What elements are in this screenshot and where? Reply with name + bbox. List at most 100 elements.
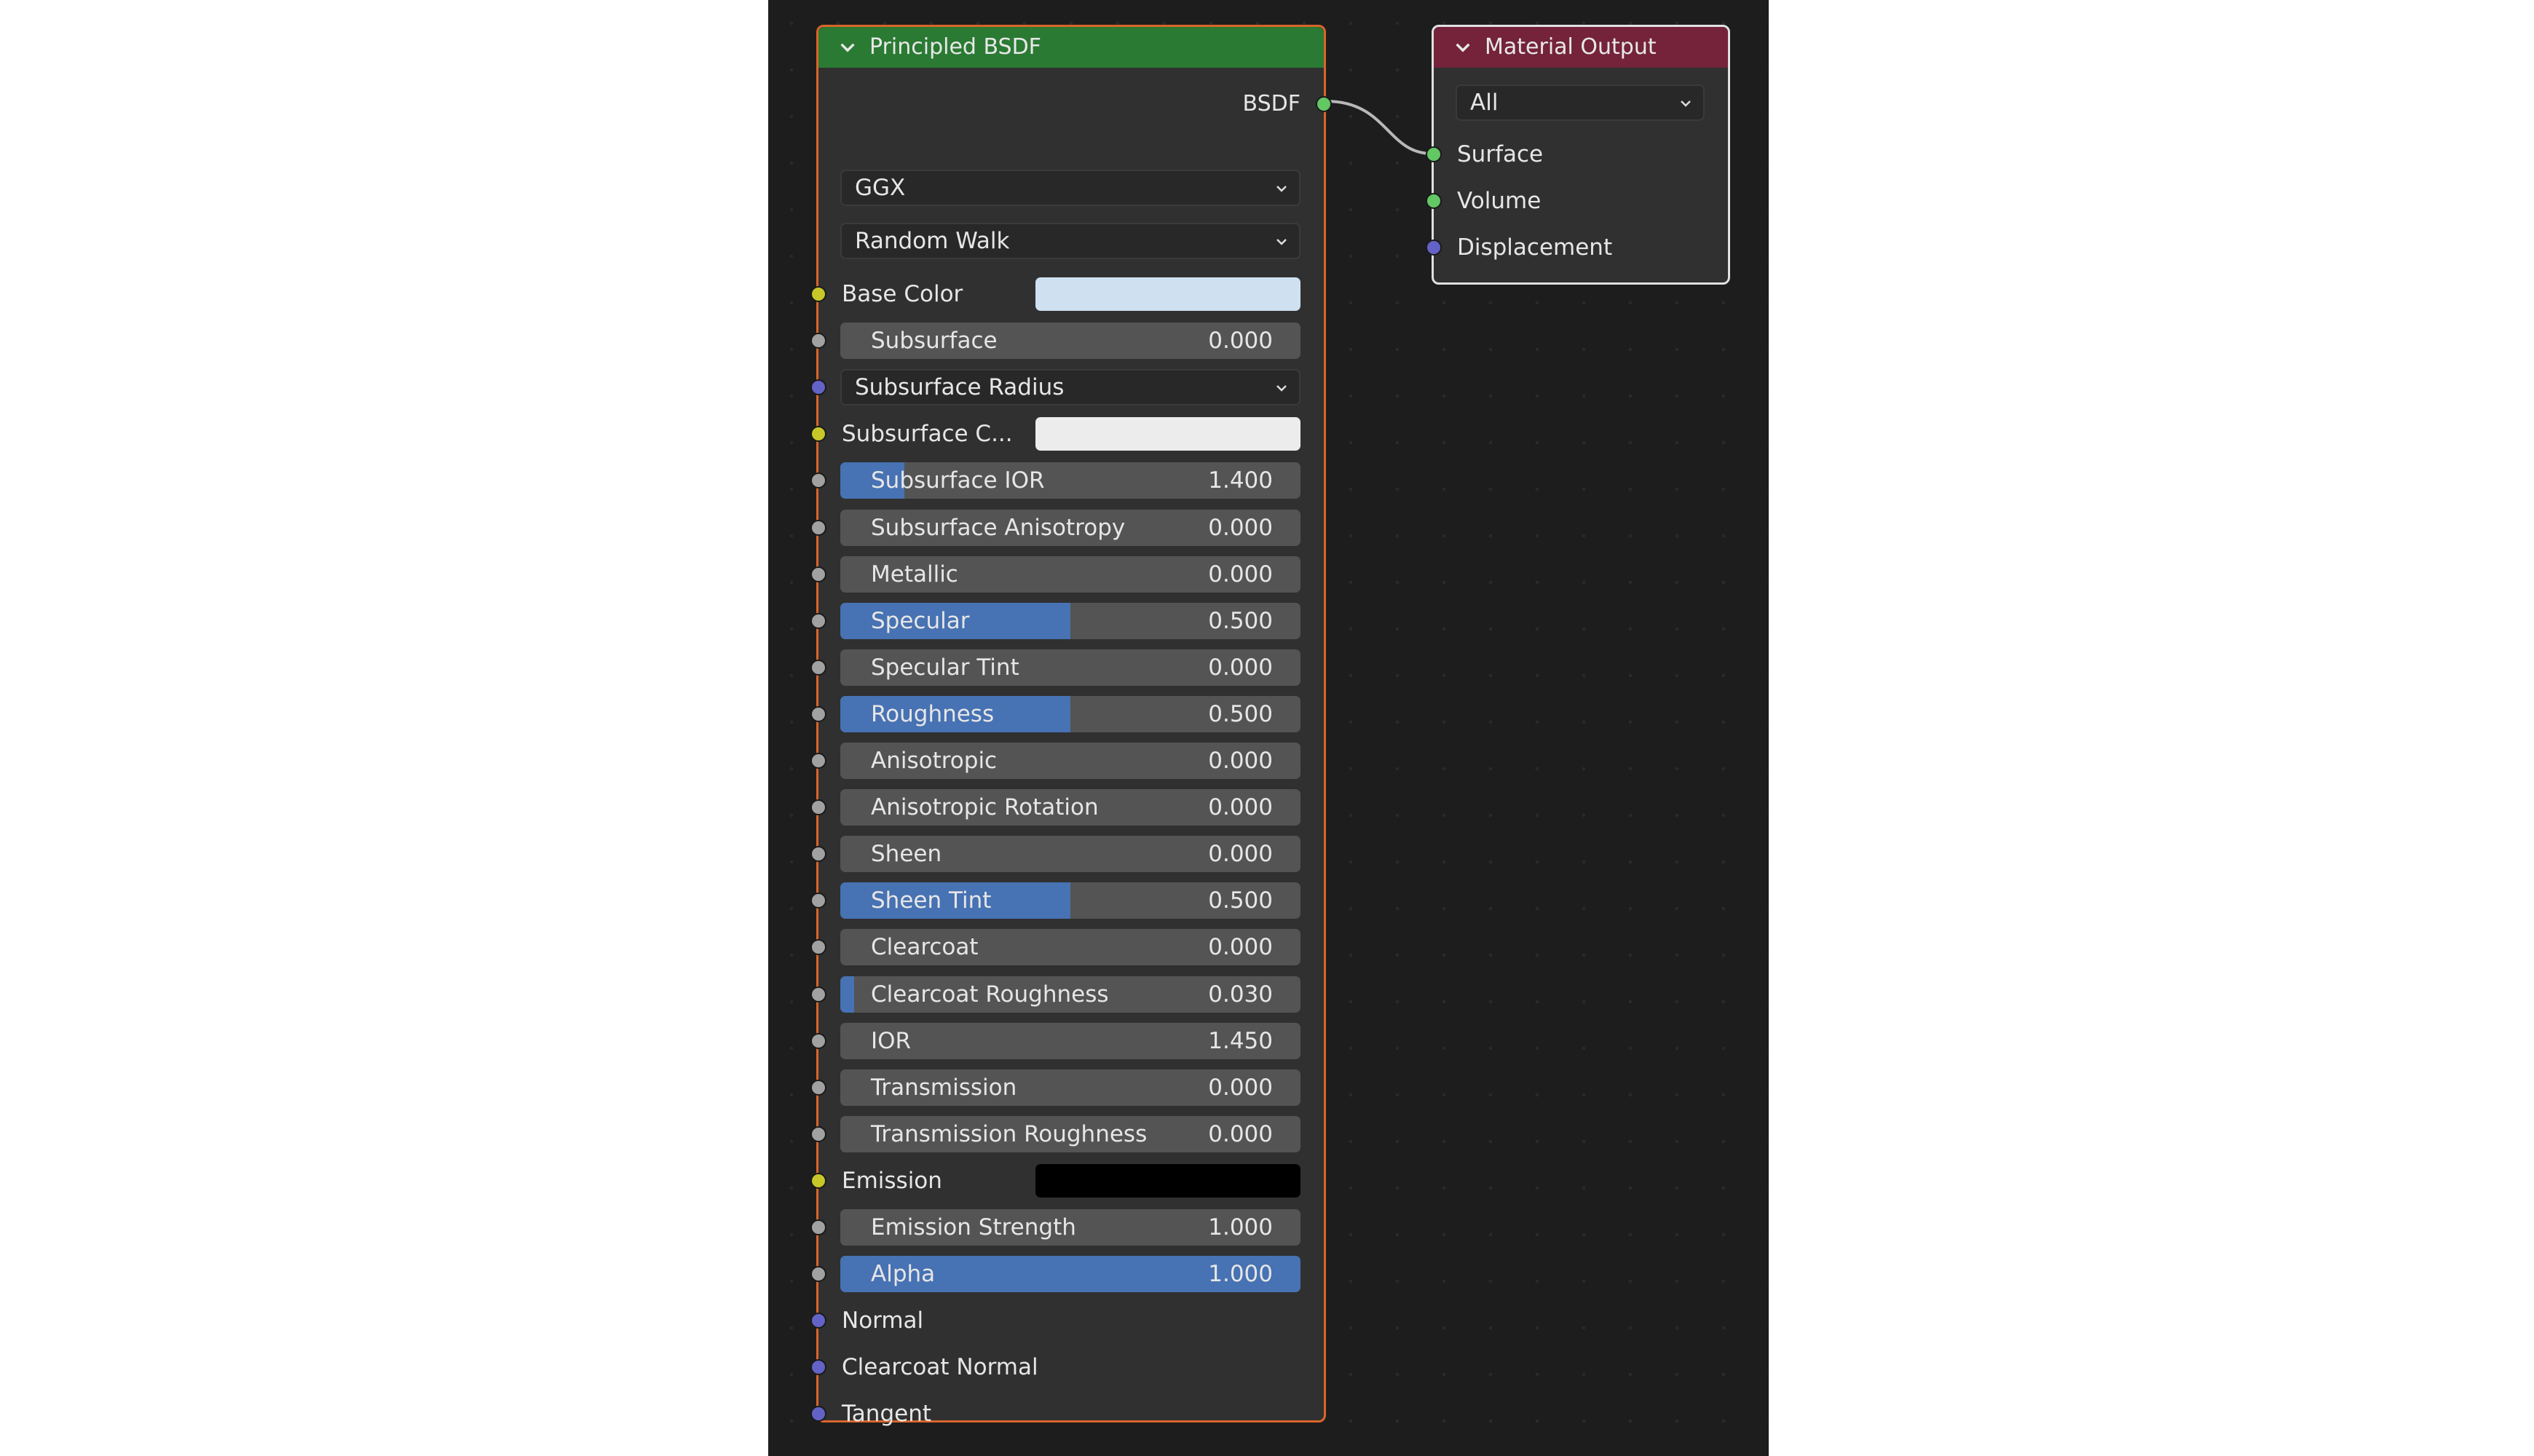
subsurface-ior-slider[interactable]: Subsurface IOR 1.400	[840, 462, 1300, 499]
chevron-down-icon	[1681, 100, 1691, 107]
slider-label: Specular Tint	[871, 654, 1019, 681]
target-value: All	[1470, 90, 1499, 116]
bsdf-output-socket[interactable]	[1316, 96, 1332, 112]
transmission-row: Transmission 0.000	[810, 1064, 1324, 1111]
clearcoat-normal-socket[interactable]	[810, 1359, 826, 1376]
metallic-slider[interactable]: Metallic 0.000	[840, 555, 1300, 593]
base-color-row: Base Color	[810, 271, 1324, 317]
emission-color-swatch[interactable]	[1035, 1163, 1300, 1198]
specular-socket[interactable]	[810, 612, 826, 629]
subsurface-c-color-swatch[interactable]	[1035, 417, 1300, 451]
ior-slider[interactable]: IOR 1.450	[840, 1022, 1300, 1059]
transmission-roughness-socket[interactable]	[810, 1125, 826, 1142]
node-header[interactable]: Principled BSDF	[818, 27, 1324, 68]
clearcoat-socket[interactable]	[810, 939, 826, 956]
slider-value: 1.400	[1208, 467, 1273, 494]
subsurface-radius-socket[interactable]	[810, 379, 826, 396]
target-row: All	[1434, 79, 1728, 126]
transmission-socket[interactable]	[810, 1079, 826, 1096]
clearcoat-row: Clearcoat 0.000	[810, 924, 1324, 970]
collapse-chevron-icon[interactable]	[837, 37, 858, 58]
slider-value: 0.000	[1208, 748, 1273, 774]
collapse-chevron-icon[interactable]	[1453, 37, 1473, 58]
ior-socket[interactable]	[810, 1032, 826, 1049]
anisotropic-rotation-socket[interactable]	[810, 799, 826, 816]
slider-label: Anisotropic Rotation	[871, 794, 1099, 821]
node-editor-canvas[interactable]: Principled BSDF BSDF GGX Random Walk Bas…	[768, 0, 1769, 1456]
sheen-tint-socket[interactable]	[810, 893, 826, 909]
roughness-row: Roughness 0.500	[810, 691, 1324, 737]
input-label: Surface	[1457, 141, 1544, 167]
specular-slider[interactable]: Specular 0.500	[840, 602, 1300, 639]
slider-value: 0.500	[1208, 700, 1273, 727]
anisotropic-slider[interactable]: Anisotropic 0.000	[840, 743, 1300, 779]
subsurface-anisotropy-slider[interactable]: Subsurface Anisotropy 0.000	[840, 509, 1300, 546]
subsurface-method-value: Random Walk	[855, 228, 1010, 254]
subsurface-anisotropy-socket[interactable]	[810, 519, 826, 536]
clearcoat-roughness-socket[interactable]	[810, 986, 826, 1002]
normal-socket[interactable]	[810, 1313, 826, 1329]
subsurface-radius-dropdown[interactable]: Subsurface Radius	[840, 369, 1300, 406]
subsurface-ior-socket[interactable]	[810, 472, 826, 489]
color-label: Subsurface C...	[842, 421, 1013, 448]
subsurface-socket[interactable]	[810, 333, 826, 349]
output-label: BSDF	[1242, 91, 1300, 116]
alpha-socket[interactable]	[810, 1266, 826, 1283]
clearcoat-normal-row: Clearcoat Normal	[810, 1344, 1324, 1390]
emission-strength-socket[interactable]	[810, 1219, 826, 1235]
anisotropic-row: Anisotropic 0.000	[810, 737, 1324, 784]
slider-value: 0.000	[1208, 1074, 1273, 1101]
anisotropic-socket[interactable]	[810, 753, 826, 769]
alpha-slider[interactable]: Alpha 1.000	[840, 1256, 1300, 1293]
anisotropic-rotation-slider[interactable]: Anisotropic Rotation 0.000	[840, 789, 1300, 826]
volume-socket[interactable]	[1426, 193, 1442, 209]
subsurface-c-socket[interactable]	[810, 426, 826, 443]
node-title: Principled BSDF	[869, 34, 1041, 60]
emission-strength-slider[interactable]: Emission Strength 1.000	[840, 1209, 1300, 1246]
specular-tint-slider[interactable]: Specular Tint 0.000	[840, 649, 1300, 686]
roughness-socket[interactable]	[810, 705, 826, 722]
node-header[interactable]: Material Output	[1434, 27, 1728, 68]
displacement-socket[interactable]	[1426, 240, 1442, 256]
base-color-color-swatch[interactable]	[1035, 277, 1300, 311]
surface-input-row: Surface	[1426, 131, 1728, 178]
chevron-down-icon	[1276, 186, 1287, 192]
slider-value: 1.000	[1208, 1214, 1273, 1241]
subsurface-slider[interactable]: Subsurface 0.000	[840, 323, 1300, 360]
metallic-socket[interactable]	[810, 566, 826, 582]
slider-label: Subsurface IOR	[871, 467, 1045, 494]
sheen-socket[interactable]	[810, 846, 826, 863]
slider-value: 1.000	[1208, 1261, 1273, 1288]
surface-socket[interactable]	[1426, 146, 1442, 162]
input-label: Normal	[842, 1307, 924, 1334]
tangent-socket[interactable]	[810, 1406, 826, 1423]
subsurface-radius-row: Subsurface Radius	[810, 364, 1324, 411]
principled-bsdf-node[interactable]: Principled BSDF BSDF GGX Random Walk Bas…	[810, 25, 1332, 1427]
transmission-slider[interactable]: Transmission 0.000	[840, 1069, 1300, 1106]
target-dropdown[interactable]: All	[1456, 84, 1705, 121]
slider-value: 0.000	[1208, 934, 1273, 961]
chevron-down-icon	[1276, 239, 1287, 245]
clearcoat-roughness-row: Clearcoat Roughness 0.030	[810, 971, 1324, 1018]
clearcoat-roughness-slider[interactable]: Clearcoat Roughness 0.030	[840, 976, 1300, 1013]
distribution-dropdown[interactable]: GGX	[840, 170, 1300, 206]
emission-row: Emission	[810, 1158, 1324, 1204]
dropdown-label: Subsurface Radius	[855, 374, 1065, 401]
subsurface-method-dropdown[interactable]: Random Walk	[840, 223, 1300, 259]
base-color-socket[interactable]	[810, 286, 826, 302]
slider-value: 1.450	[1208, 1027, 1273, 1054]
material-output-node[interactable]: Material Output All Surface Volume Displac…	[1426, 25, 1730, 285]
specular-tint-socket[interactable]	[810, 659, 826, 676]
emission-socket[interactable]	[810, 1172, 826, 1189]
sheen-tint-slider[interactable]: Sheen Tint 0.500	[840, 882, 1300, 919]
clearcoat-slider[interactable]: Clearcoat 0.000	[840, 929, 1300, 966]
tangent-row: Tangent	[810, 1390, 1324, 1437]
transmission-roughness-slider[interactable]: Transmission Roughness 0.000	[840, 1115, 1300, 1152]
slider-label: Specular	[871, 607, 970, 634]
sheen-slider[interactable]: Sheen 0.000	[840, 836, 1300, 873]
slider-value: 0.000	[1208, 1120, 1273, 1147]
subsurface-row: Subsurface 0.000	[810, 317, 1324, 364]
roughness-slider[interactable]: Roughness 0.500	[840, 695, 1300, 732]
anisotropic-rotation-row: Anisotropic Rotation 0.000	[810, 784, 1324, 831]
slider-value: 0.000	[1208, 654, 1273, 681]
